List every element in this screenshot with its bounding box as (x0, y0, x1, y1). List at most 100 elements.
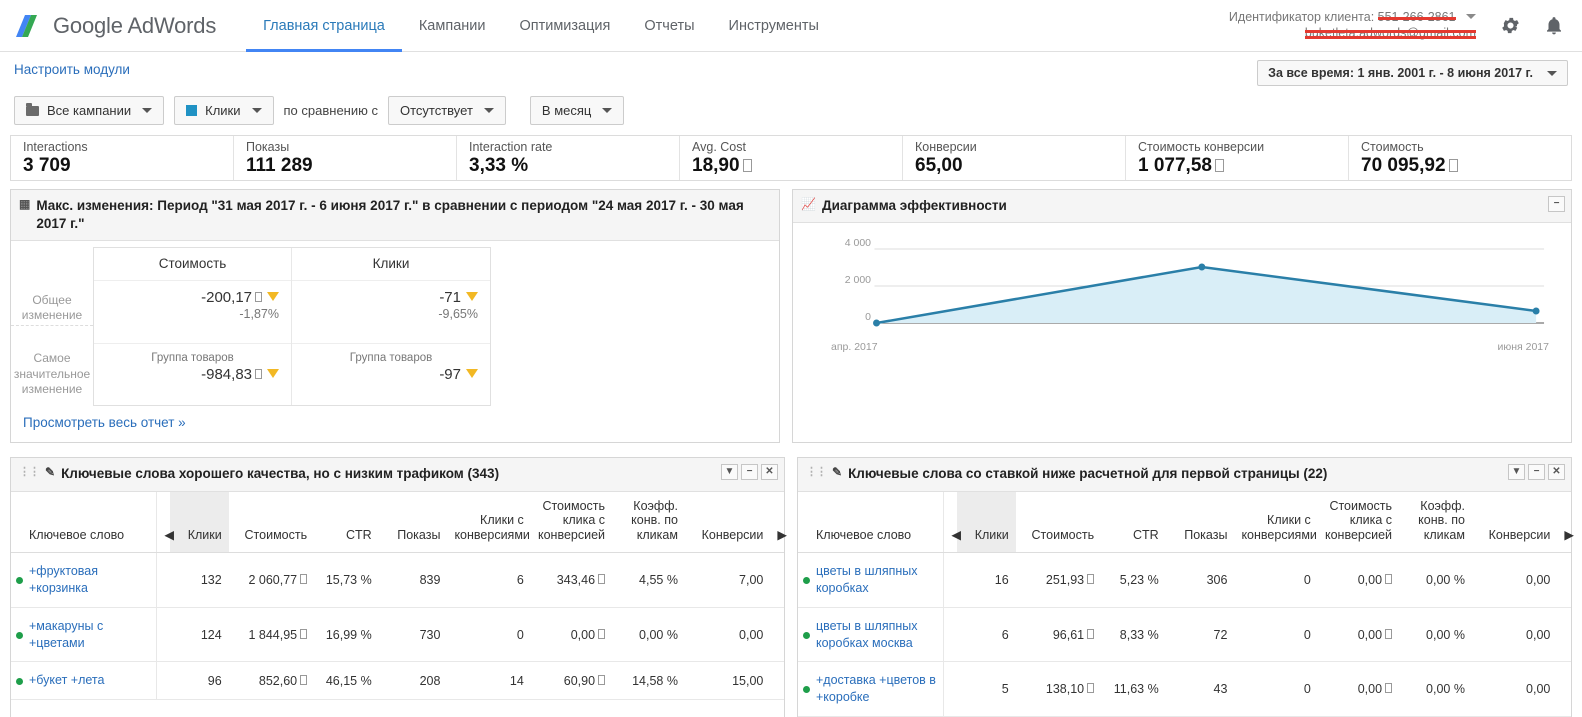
table-row[interactable]: +фруктовая +корзинка 132 2 060,77 15,73 … (11, 552, 784, 608)
client-account-selector[interactable]: Идентификатор клиента: 551-266-2861 buke… (1229, 10, 1480, 41)
main-nav: Главная страница Кампании Оптимизация От… (246, 0, 836, 52)
metric-selector-button[interactable]: Клики (174, 96, 274, 125)
th-conv-clicks[interactable]: Клики с конверсиями (1234, 491, 1318, 553)
th-cost[interactable]: Стоимость (1015, 491, 1102, 553)
cell-impressions: 839 (378, 552, 448, 608)
keyword-link[interactable]: +доставка +цветов в +коробке (816, 672, 936, 706)
cell-clicks: 96 (170, 661, 229, 701)
th-impressions[interactable]: Показы (378, 491, 448, 553)
stat-label: Interactions (23, 139, 88, 154)
currency-glyph (1087, 628, 1095, 639)
configure-modules-link[interactable]: Настроить модули (14, 62, 130, 77)
scroll-right-icon[interactable]: ▶ (1557, 491, 1574, 553)
th-cost[interactable]: Стоимость (228, 491, 315, 553)
minimize-icon[interactable]: − (741, 464, 758, 481)
cell-ctr: 16,99 % (314, 607, 379, 663)
view-full-report-link[interactable]: Просмотреть весь отчет » (23, 415, 186, 430)
th-conv-clicks[interactable]: Клики с конверсиями (447, 491, 531, 553)
table-row[interactable]: цветы в шляпных коробках москва 6 96,61 … (798, 607, 1571, 663)
table-row[interactable]: +доставка +цветов в +коробке 5 138,10 11… (798, 661, 1571, 717)
close-icon[interactable]: ✕ (1548, 464, 1565, 481)
brand-logo-area[interactable]: Google AdWords (14, 11, 216, 41)
biggest-change-cell-clicks: Группа товаров -97 (292, 343, 490, 405)
cell-ctr: 46,15 % (314, 661, 379, 701)
th-clicks[interactable]: Клики (957, 491, 1016, 553)
compare-label: по сравнению с (283, 103, 378, 118)
dropdown-icon[interactable]: ▼ (1508, 464, 1525, 481)
all-campaigns-button[interactable]: Все кампании (14, 96, 165, 125)
cell-cost: 852,60 (228, 661, 315, 701)
th-clicks[interactable]: Клики (170, 491, 229, 553)
drag-grip-icon[interactable]: ⋮⋮ (806, 465, 827, 478)
sub-toolbar: Настроить модули За все время: 1 янв. 20… (0, 52, 1582, 90)
period-selector-button[interactable]: В месяц (529, 96, 625, 125)
cell-clicks: 132 (170, 552, 229, 608)
keyword-link[interactable]: +макаруны с +цветами (29, 618, 149, 652)
status-dot-icon (803, 686, 810, 694)
keyword-link[interactable]: цветы в шляпных коробках москва (816, 618, 936, 652)
table-icon: ▦ (19, 197, 31, 211)
performance-chart-title: Диаграмма эффективности (821, 198, 1007, 213)
stat-label: Конверсии (915, 139, 977, 154)
minimize-icon[interactable]: − (1528, 464, 1545, 481)
cell-cost-per-conv: 0,00 (1317, 607, 1400, 663)
below-first-page-bid-title: Ключевые слова со ставкой ниже расчетной… (848, 466, 1328, 482)
keyword-link[interactable]: +фруктовая +корзинка (29, 563, 149, 597)
date-range-selector[interactable]: За все время: 1 янв. 2001 г. - 8 июня 20… (1257, 60, 1568, 86)
table-row[interactable]: +букет +лета 96 852,60 46,15 % 208 14 60… (11, 661, 784, 701)
close-icon[interactable]: ✕ (761, 464, 778, 481)
scroll-left-icon[interactable]: ◀ (156, 491, 174, 553)
brand-google: Google (53, 12, 123, 38)
currency-glyph (1214, 158, 1224, 172)
nav-item-campaigns[interactable]: Кампании (402, 0, 503, 52)
stat-label: Interaction rate (469, 139, 553, 154)
th-keyword[interactable]: Ключевое слово (11, 491, 158, 553)
bell-icon[interactable] (1540, 12, 1568, 40)
column-header: Стоимость (94, 248, 291, 282)
th-conversions[interactable]: Конверсии (1471, 491, 1558, 553)
nav-item-tools[interactable]: Инструменты (712, 0, 836, 52)
cell-clicks: 16 (957, 552, 1016, 608)
gear-icon[interactable] (1496, 12, 1524, 40)
chart-point (1532, 307, 1540, 315)
chart-point (1198, 263, 1206, 271)
drag-grip-icon[interactable]: ⋮⋮ (19, 465, 40, 478)
dashboard-row-bottom: ⋮⋮ ✎ Ключевые слова хорошего качества, н… (0, 443, 1582, 717)
th-keyword[interactable]: Ключевое слово (798, 491, 945, 553)
status-dot-icon (16, 677, 23, 685)
nav-item-home[interactable]: Главная страница (246, 0, 402, 52)
th-conv-rate[interactable]: Коэфф. конв. по кликам (1399, 491, 1472, 553)
dropdown-icon[interactable]: ▼ (721, 464, 738, 481)
compare-selector-button[interactable]: Отсутствует (387, 96, 506, 125)
th-cost-per-conv[interactable]: Стоимость клика с конверсией (530, 491, 613, 553)
minimize-icon[interactable]: − (1548, 196, 1565, 212)
table-row[interactable]: цветы в шляпных коробках 16 251,93 5,23 … (798, 552, 1571, 608)
th-conversions[interactable]: Конверсии (684, 491, 771, 553)
table-row[interactable]: +макаруны с +цветами 124 1 844,95 16,99 … (11, 607, 784, 663)
th-cost-per-conv[interactable]: Стоимость клика с конверсией (1317, 491, 1400, 553)
pencil-icon[interactable]: ✎ (45, 465, 55, 479)
keyword-link[interactable]: цветы в шляпных коробках (816, 563, 936, 597)
nav-item-optimization[interactable]: Оптимизация (502, 0, 627, 52)
keyword-link[interactable]: +букет +лета (29, 672, 104, 689)
max-changes-footer: Просмотреть весь отчет » (11, 406, 779, 442)
performance-chart-svg (873, 248, 1545, 327)
cell-cost: 96,61 (1015, 607, 1102, 663)
chevron-down-icon[interactable] (1466, 13, 1476, 19)
scroll-left-icon[interactable]: ◀ (943, 491, 961, 553)
nav-item-reports[interactable]: Отчеты (627, 0, 711, 52)
cell-keyword: +макаруны с +цветами (11, 607, 158, 663)
pencil-icon[interactable]: ✎ (832, 465, 842, 479)
status-dot-icon (16, 631, 23, 639)
th-impressions[interactable]: Показы (1165, 491, 1235, 553)
max-changes-columns: Стоимость -200,17 -1,87% Группа товаров … (93, 247, 491, 407)
th-ctr[interactable]: CTR (1101, 491, 1166, 553)
stat-conversions: Конверсии 65,00 (903, 136, 1126, 180)
cell-conversions: 0,00 (1471, 661, 1558, 717)
performance-chart-header: 📈 Диаграмма эффективности − (793, 190, 1571, 224)
client-id-line: Идентификатор клиента: 551-266-2861 (1229, 10, 1476, 26)
th-ctr[interactable]: CTR (314, 491, 379, 553)
scroll-right-icon[interactable]: ▶ (770, 491, 787, 553)
cell-conversions: 7,00 (684, 552, 771, 608)
th-conv-rate[interactable]: Коэфф. конв. по кликам (612, 491, 685, 553)
